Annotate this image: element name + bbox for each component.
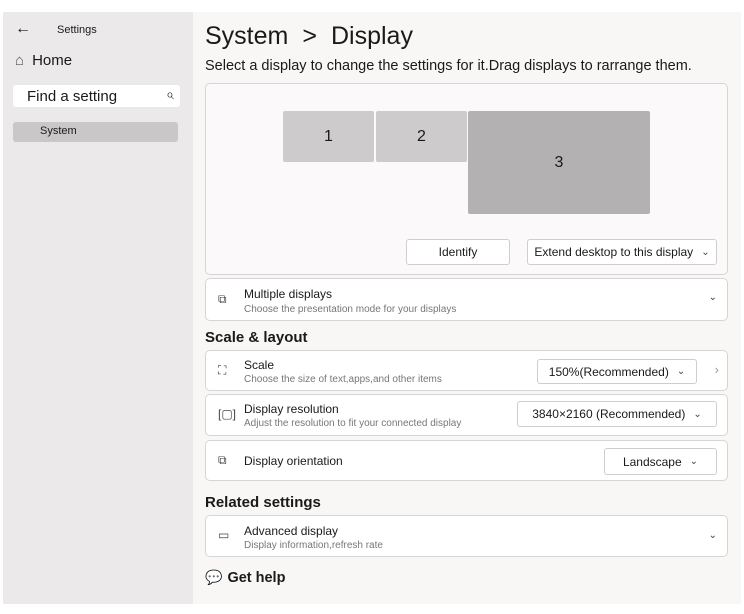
monitor-3[interactable]: 3	[468, 111, 650, 214]
breadcrumb-separator: >	[302, 22, 317, 50]
chevron-down-icon: ⌄	[676, 366, 686, 377]
main-content: System > Display Select a display to cha…	[193, 12, 741, 604]
sidebar-item-home[interactable]: ⌂ Home	[15, 52, 72, 69]
chevron-down-icon: ⌄	[701, 246, 710, 258]
scale-dropdown[interactable]: 150%(Recommended) ⌄	[537, 359, 697, 384]
resolution-row: [▢] Display resolution Adjust the resolu…	[205, 394, 728, 436]
multiple-displays-row[interactable]: ⧉ Multiple displays Choose the presentat…	[205, 278, 728, 321]
orientation-title: Display orientation	[244, 454, 343, 468]
breadcrumb: System > Display	[205, 22, 413, 51]
resolution-title: Display resolution	[244, 402, 339, 416]
page-title: Display	[330, 22, 413, 50]
resolution-value: 3840×2160 (Recommended)	[532, 407, 686, 421]
chevron-down-icon: ⌄	[689, 456, 699, 467]
help-icon: 💬	[205, 569, 223, 585]
related-settings-heading: Related settings	[205, 494, 321, 511]
orientation-row: ⧉ Display orientation Landscape ⌄	[205, 440, 728, 481]
search-icon: ⌕	[166, 86, 174, 102]
breadcrumb-system[interactable]: System	[205, 22, 288, 51]
resolution-dropdown[interactable]: 3840×2160 (Recommended) ⌄	[517, 401, 717, 427]
search-placeholder: Find a setting	[27, 88, 118, 105]
get-help-link[interactable]: 💬 Get help	[205, 569, 285, 586]
resolution-desc: Adjust the resolution to fit your connec…	[244, 418, 462, 429]
identify-button[interactable]: Identify	[406, 239, 510, 265]
monitor-icon: ▭	[218, 528, 230, 542]
orientation-icon: ⧉	[218, 453, 227, 467]
back-icon[interactable]: ←	[15, 20, 31, 38]
advanced-display-desc: Display information,refresh rate	[244, 540, 383, 551]
display-arrangement-panel: 1 2 3 Identify Extend desktop to this di…	[205, 83, 728, 275]
chevron-down-icon: ⌄	[693, 408, 702, 420]
multiple-displays-title: Multiple displays	[244, 287, 333, 301]
scale-title: Scale	[244, 358, 275, 372]
advanced-display-row[interactable]: ▭ Advanced display Display information,r…	[205, 515, 728, 557]
orientation-value: Landscape	[622, 454, 682, 469]
home-label: Home	[32, 52, 73, 69]
display-mode-value: Extend desktop to this display	[534, 245, 694, 259]
scale-value: 150%(Recommended)	[548, 364, 669, 379]
monitor-1[interactable]: 1	[283, 111, 374, 162]
home-icon: ⌂	[15, 52, 25, 69]
scale-icon: ⛶	[218, 363, 227, 377]
scale-layout-heading: Scale & layout	[205, 329, 308, 346]
multiple-displays-icon: ⧉	[218, 292, 227, 306]
scale-row: ⛶ Scale Choose the size of text,apps,and…	[205, 350, 728, 391]
chevron-right-icon[interactable]: ›	[715, 362, 719, 377]
multiple-displays-desc: Choose the presentation mode for your di…	[244, 304, 457, 315]
advanced-display-title: Advanced display	[244, 524, 339, 538]
sidebar-item-system[interactable]: System	[13, 122, 178, 142]
app-title: Settings	[57, 24, 97, 36]
chevron-down-icon: ⌄	[708, 530, 717, 541]
orientation-dropdown[interactable]: Landscape ⌄	[604, 448, 717, 475]
page-subtitle: Select a display to change the settings …	[205, 58, 692, 74]
search-input[interactable]: Find a setting ⌕	[13, 85, 180, 107]
sidebar: ← Settings ⌂ Home Find a setting ⌕ Syste…	[3, 12, 193, 604]
display-mode-dropdown[interactable]: Extend desktop to this display ⌄	[527, 239, 717, 265]
scale-desc: Choose the size of text,apps,and other i…	[244, 374, 442, 385]
get-help-label: Get help	[227, 569, 286, 586]
chevron-down-icon: ⌄	[708, 292, 717, 303]
resolution-icon: [▢]	[218, 407, 237, 421]
monitor-2[interactable]: 2	[376, 111, 467, 162]
